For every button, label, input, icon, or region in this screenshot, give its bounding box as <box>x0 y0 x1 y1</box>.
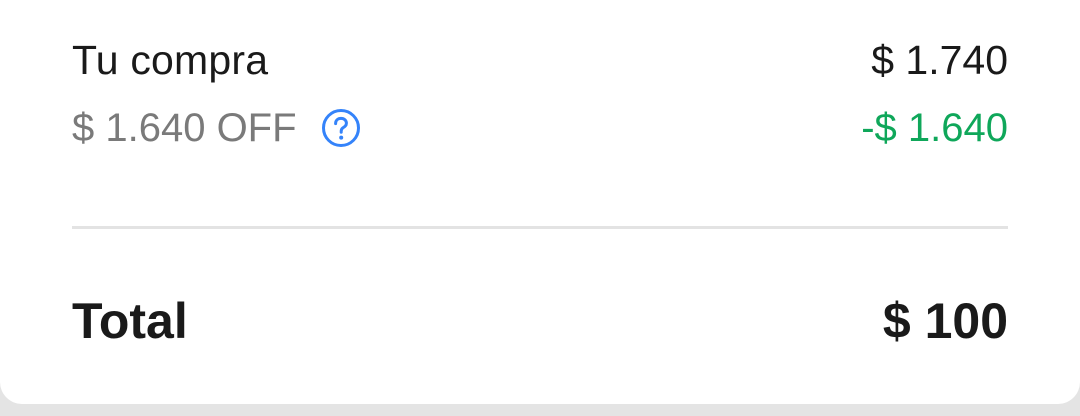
discount-row: $ 1.640 OFF -$ 1.640 <box>72 102 1008 154</box>
discount-value: -$ 1.640 <box>861 105 1008 150</box>
purchase-summary-card: Tu compra $ 1.740 $ 1.640 OFF -$ 1.640 T… <box>0 0 1080 404</box>
purchase-row: Tu compra $ 1.740 <box>72 34 1008 86</box>
purchase-value: $ 1.740 <box>871 36 1008 83</box>
purchase-label: Tu compra <box>72 36 269 83</box>
total-value: $ 100 <box>882 293 1008 349</box>
discount-label: $ 1.640 OFF <box>72 105 297 150</box>
question-circle-icon[interactable] <box>321 108 361 148</box>
discount-label-group: $ 1.640 OFF <box>72 106 361 151</box>
total-row: Total $ 100 <box>72 290 1008 352</box>
divider <box>72 226 1008 229</box>
total-label: Total <box>72 293 188 349</box>
